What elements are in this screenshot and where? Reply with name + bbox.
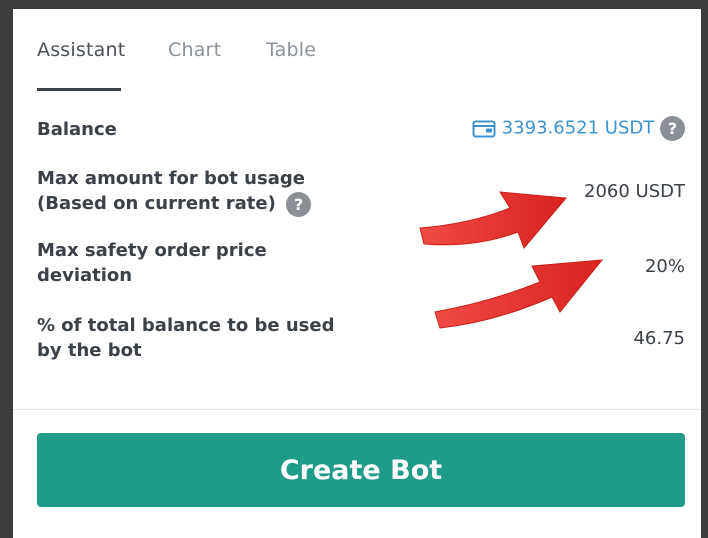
max-amount-help-icon[interactable]: ? — [286, 191, 312, 217]
wallet-icon — [472, 118, 496, 143]
pct-balance-value: 46.75 — [633, 328, 685, 349]
balance-value: 3393.6521 USDT — [501, 117, 655, 139]
tab-table[interactable]: Table — [266, 39, 316, 61]
bot-settings-panel: Assistant Chart Table Balance 3393.6521 … — [13, 9, 701, 538]
max-amount-label-line2-text: (Based on current rate) — [37, 193, 276, 214]
tab-assistant[interactable]: Assistant — [37, 39, 125, 61]
max-amount-label: Max amount for bot usage (Based on curre… — [37, 166, 312, 217]
balance-help-icon[interactable]: ? — [660, 116, 685, 141]
tab-bar: Assistant Chart Table — [37, 39, 437, 99]
divider — [13, 409, 701, 410]
max-safety-value: 20% — [644, 256, 685, 277]
max-amount-value: 2060 USDT — [584, 181, 685, 202]
pct-balance-label-line1: % of total balance to be used — [37, 315, 335, 336]
pct-balance-label: % of total balance to be used by the bot — [37, 313, 334, 363]
balance-value-group: 3393.6521 USDT ? — [472, 116, 685, 143]
max-safety-label-line1: Max safety order price — [37, 240, 267, 261]
max-safety-label-line2: deviation — [37, 265, 133, 286]
active-tab-indicator — [37, 88, 121, 91]
balance-label: Balance — [37, 119, 117, 140]
max-amount-label-line2: (Based on current rate) ? — [37, 191, 312, 217]
tab-chart[interactable]: Chart — [168, 39, 221, 61]
max-safety-label: Max safety order price deviation — [37, 238, 267, 288]
max-amount-label-line1: Max amount for bot usage — [37, 168, 305, 189]
pct-balance-label-line2: by the bot — [37, 340, 142, 361]
create-bot-button[interactable]: Create Bot — [37, 433, 685, 507]
